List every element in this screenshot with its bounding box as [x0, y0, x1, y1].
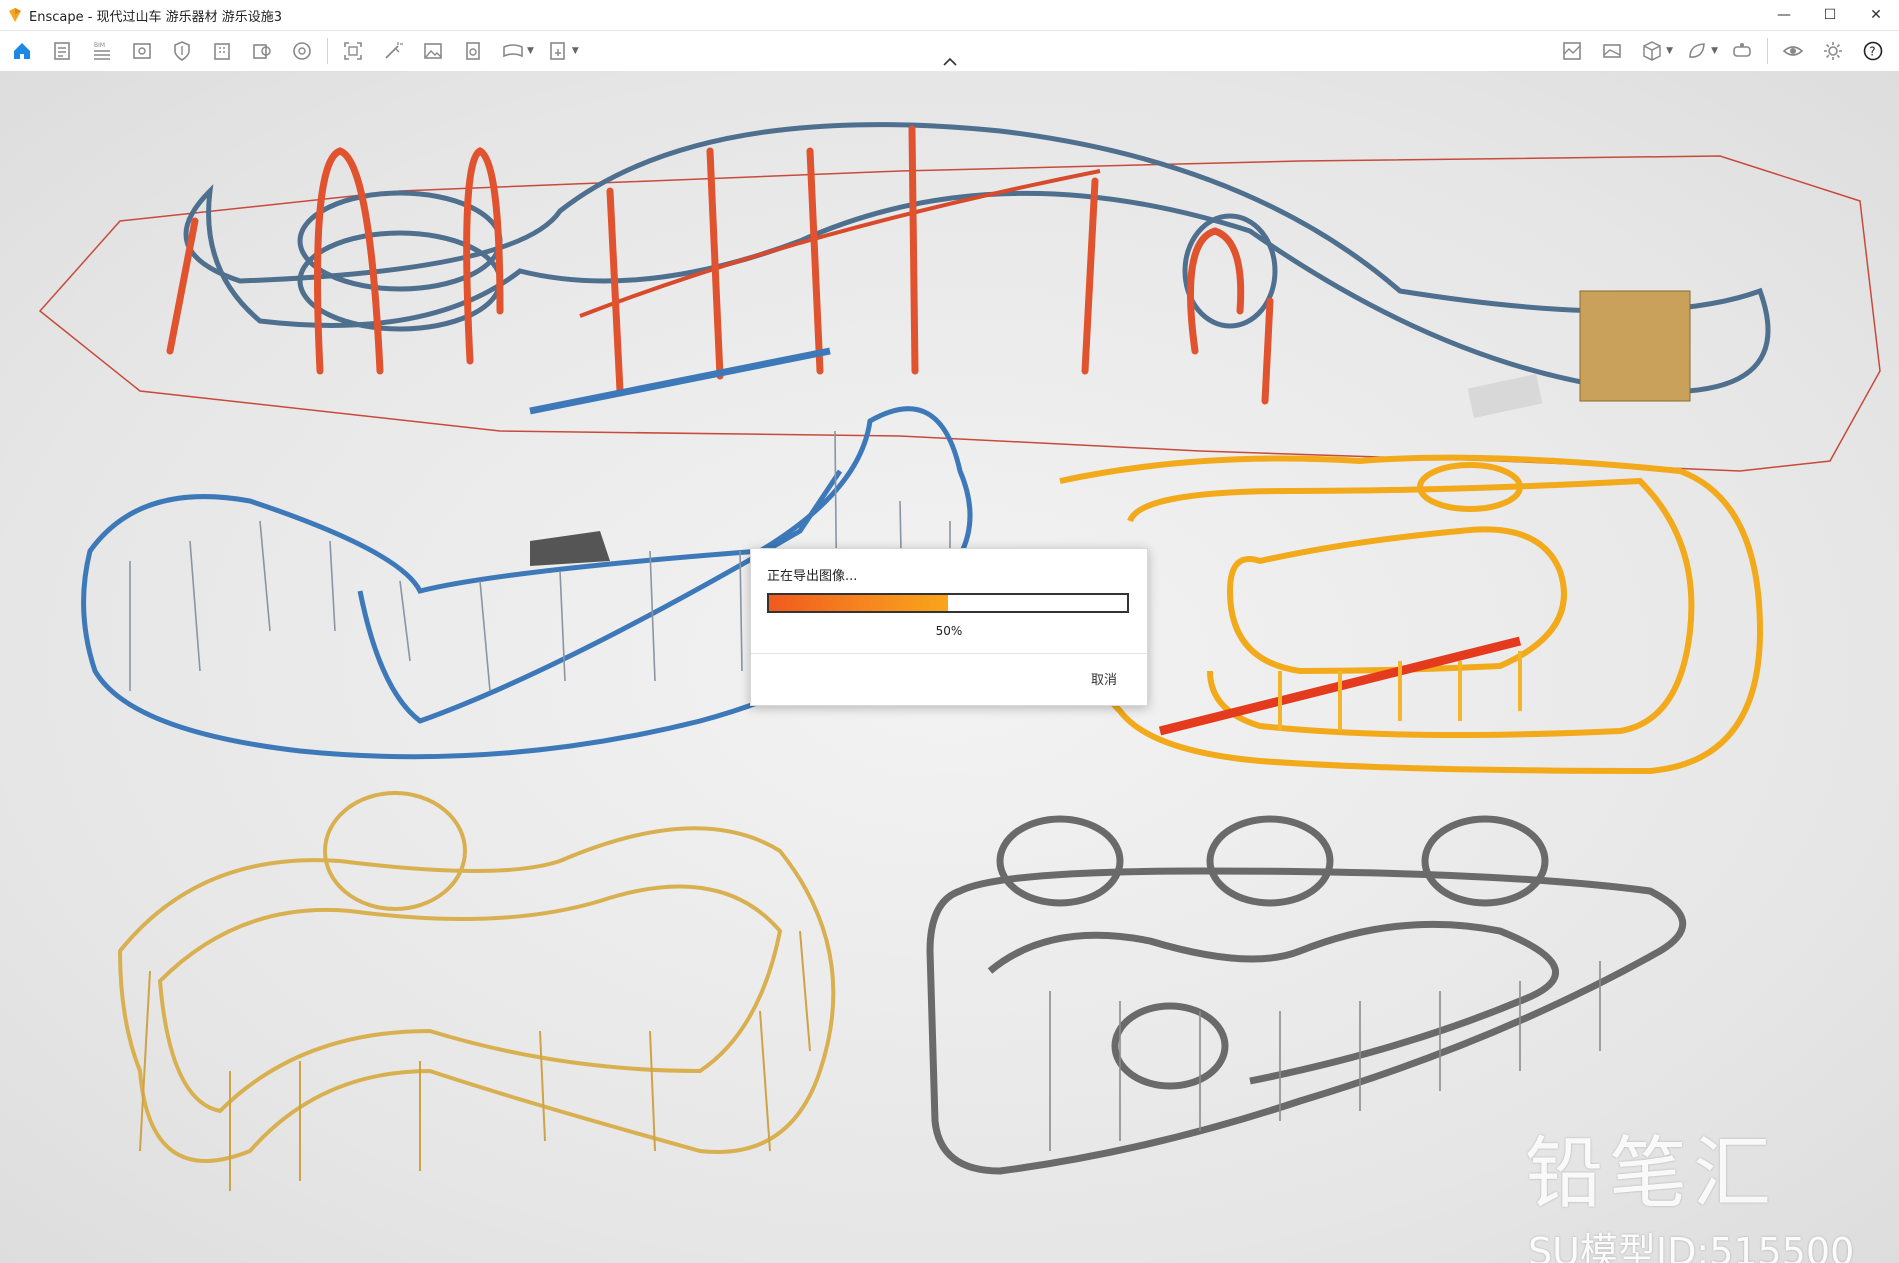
home-icon[interactable] — [9, 38, 35, 64]
panorama-icon[interactable] — [500, 38, 526, 64]
progress-percent-label: 50% — [935, 624, 963, 638]
export-progress-dialog: 正在导出图像... 50% 取消 — [750, 548, 1148, 706]
box-icon[interactable] — [1639, 38, 1665, 64]
chevron-up-icon — [943, 58, 957, 66]
close-button[interactable]: ✕ — [1853, 0, 1899, 30]
atmosphere-icon[interactable] — [289, 38, 315, 64]
dialog-divider — [751, 653, 1147, 654]
view-icon[interactable] — [129, 38, 155, 64]
help-icon[interactable]: ? — [1860, 38, 1886, 64]
map-icon[interactable] — [1559, 38, 1585, 64]
svg-text:?: ? — [1869, 45, 1875, 59]
asset-library-icon[interactable] — [249, 38, 275, 64]
toolbar-separator — [1767, 38, 1768, 64]
collapse-toolbar-button[interactable] — [938, 55, 962, 69]
progress-bar-fill — [769, 595, 948, 611]
vr-headset-icon[interactable] — [1729, 38, 1755, 64]
maximize-button[interactable]: ☐ — [1807, 0, 1853, 30]
magic-wand-icon[interactable] — [380, 38, 406, 64]
enscape-logo-icon — [9, 8, 21, 22]
svg-text:BIM: BIM — [94, 42, 105, 49]
sketch-icon[interactable] — [49, 38, 75, 64]
chevron-down-icon[interactable]: ▼ — [527, 46, 534, 56]
settings-shield-icon[interactable] — [169, 38, 195, 64]
batch-render-icon[interactable] — [460, 38, 486, 64]
screenshot-icon[interactable] — [340, 38, 366, 64]
cancel-button[interactable]: 取消 — [1091, 669, 1117, 688]
building-icon[interactable] — [209, 38, 235, 64]
material-icon[interactable] — [1684, 38, 1710, 64]
image-icon[interactable] — [420, 38, 446, 64]
watermark-model-id: SU模型ID:515500 — [1528, 1230, 1855, 1263]
toolbar-left-group: BIM ▼ ▼ — [2, 31, 583, 71]
title-bar: Enscape - 现代过山车 游乐器材 游乐设施3 — ☐ ✕ — [0, 0, 1899, 31]
eye-icon[interactable] — [1780, 38, 1806, 64]
minimize-button[interactable]: — — [1761, 0, 1807, 30]
gear-icon[interactable] — [1820, 38, 1846, 64]
window-controls: — ☐ ✕ — [1761, 0, 1899, 30]
gallery-icon[interactable] — [1599, 38, 1625, 64]
toolbar-right-group: ▼ ▼ ? — [1552, 31, 1893, 71]
bim-list-icon[interactable]: BIM — [89, 38, 115, 64]
chevron-down-icon[interactable]: ▼ — [1711, 46, 1718, 56]
progress-bar — [767, 593, 1129, 613]
chevron-down-icon[interactable]: ▼ — [572, 46, 579, 56]
dialog-title: 正在导出图像... — [767, 569, 858, 584]
toolbar-separator — [327, 38, 328, 64]
watermark-brand-text: 铅笔汇 — [1525, 1129, 1778, 1219]
chevron-down-icon[interactable]: ▼ — [1666, 46, 1673, 56]
window-title: Enscape - 现代过山车 游乐器材 游乐设施3 — [29, 9, 283, 25]
export-icon[interactable] — [545, 38, 571, 64]
